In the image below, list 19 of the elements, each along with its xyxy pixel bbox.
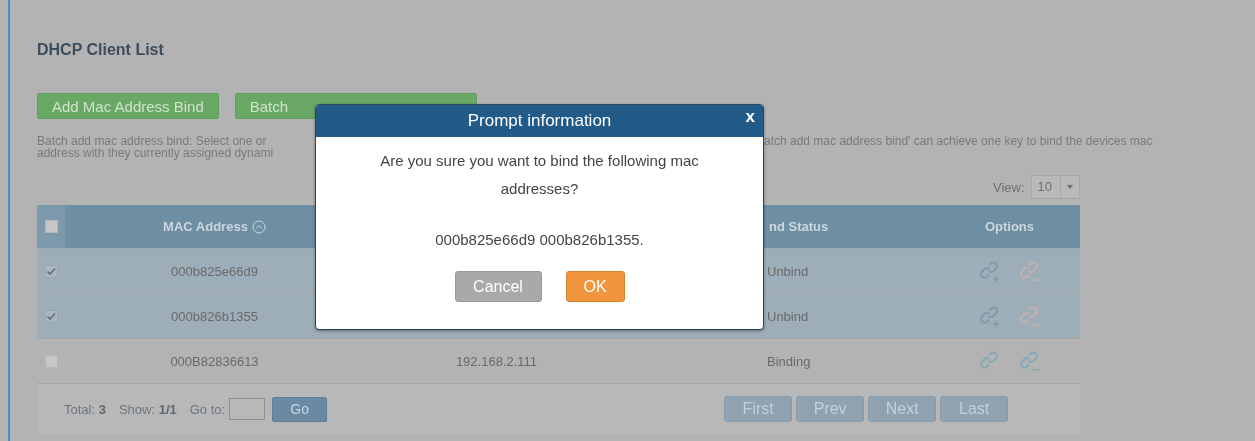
column-header: nd Status: [769, 219, 829, 234]
table-cell: 000B82836613: [170, 353, 259, 369]
goto-label: Go to:: [189, 401, 226, 417]
mac-address-list: 000b825e66d9 000b826b1355.: [316, 231, 763, 248]
page-count-text: Show: 1/1: [118, 401, 177, 417]
table-cell: 000b826b1355: [171, 308, 258, 324]
table-cell: Binding: [767, 353, 811, 369]
table-cell: 192.168.2.111: [455, 353, 538, 369]
table-cell: Unbind: [767, 308, 809, 324]
dialog-message: Are you sure you want to bind the following mac addresses?: [379, 151, 700, 199]
column-header: MAC Address: [163, 219, 248, 234]
column-header: Options: [984, 219, 1035, 234]
total-text: Total: 3: [64, 401, 106, 417]
description-text: address with they currently assigned dynami: [37, 147, 275, 159]
table-cell: Unbind: [767, 263, 809, 279]
view-label: View:: [992, 179, 1025, 195]
page-title: DHCP Client List: [37, 41, 165, 60]
table-cell: 000b825e66d9: [171, 263, 258, 279]
dialog-title: Prompt information: [467, 111, 612, 131]
